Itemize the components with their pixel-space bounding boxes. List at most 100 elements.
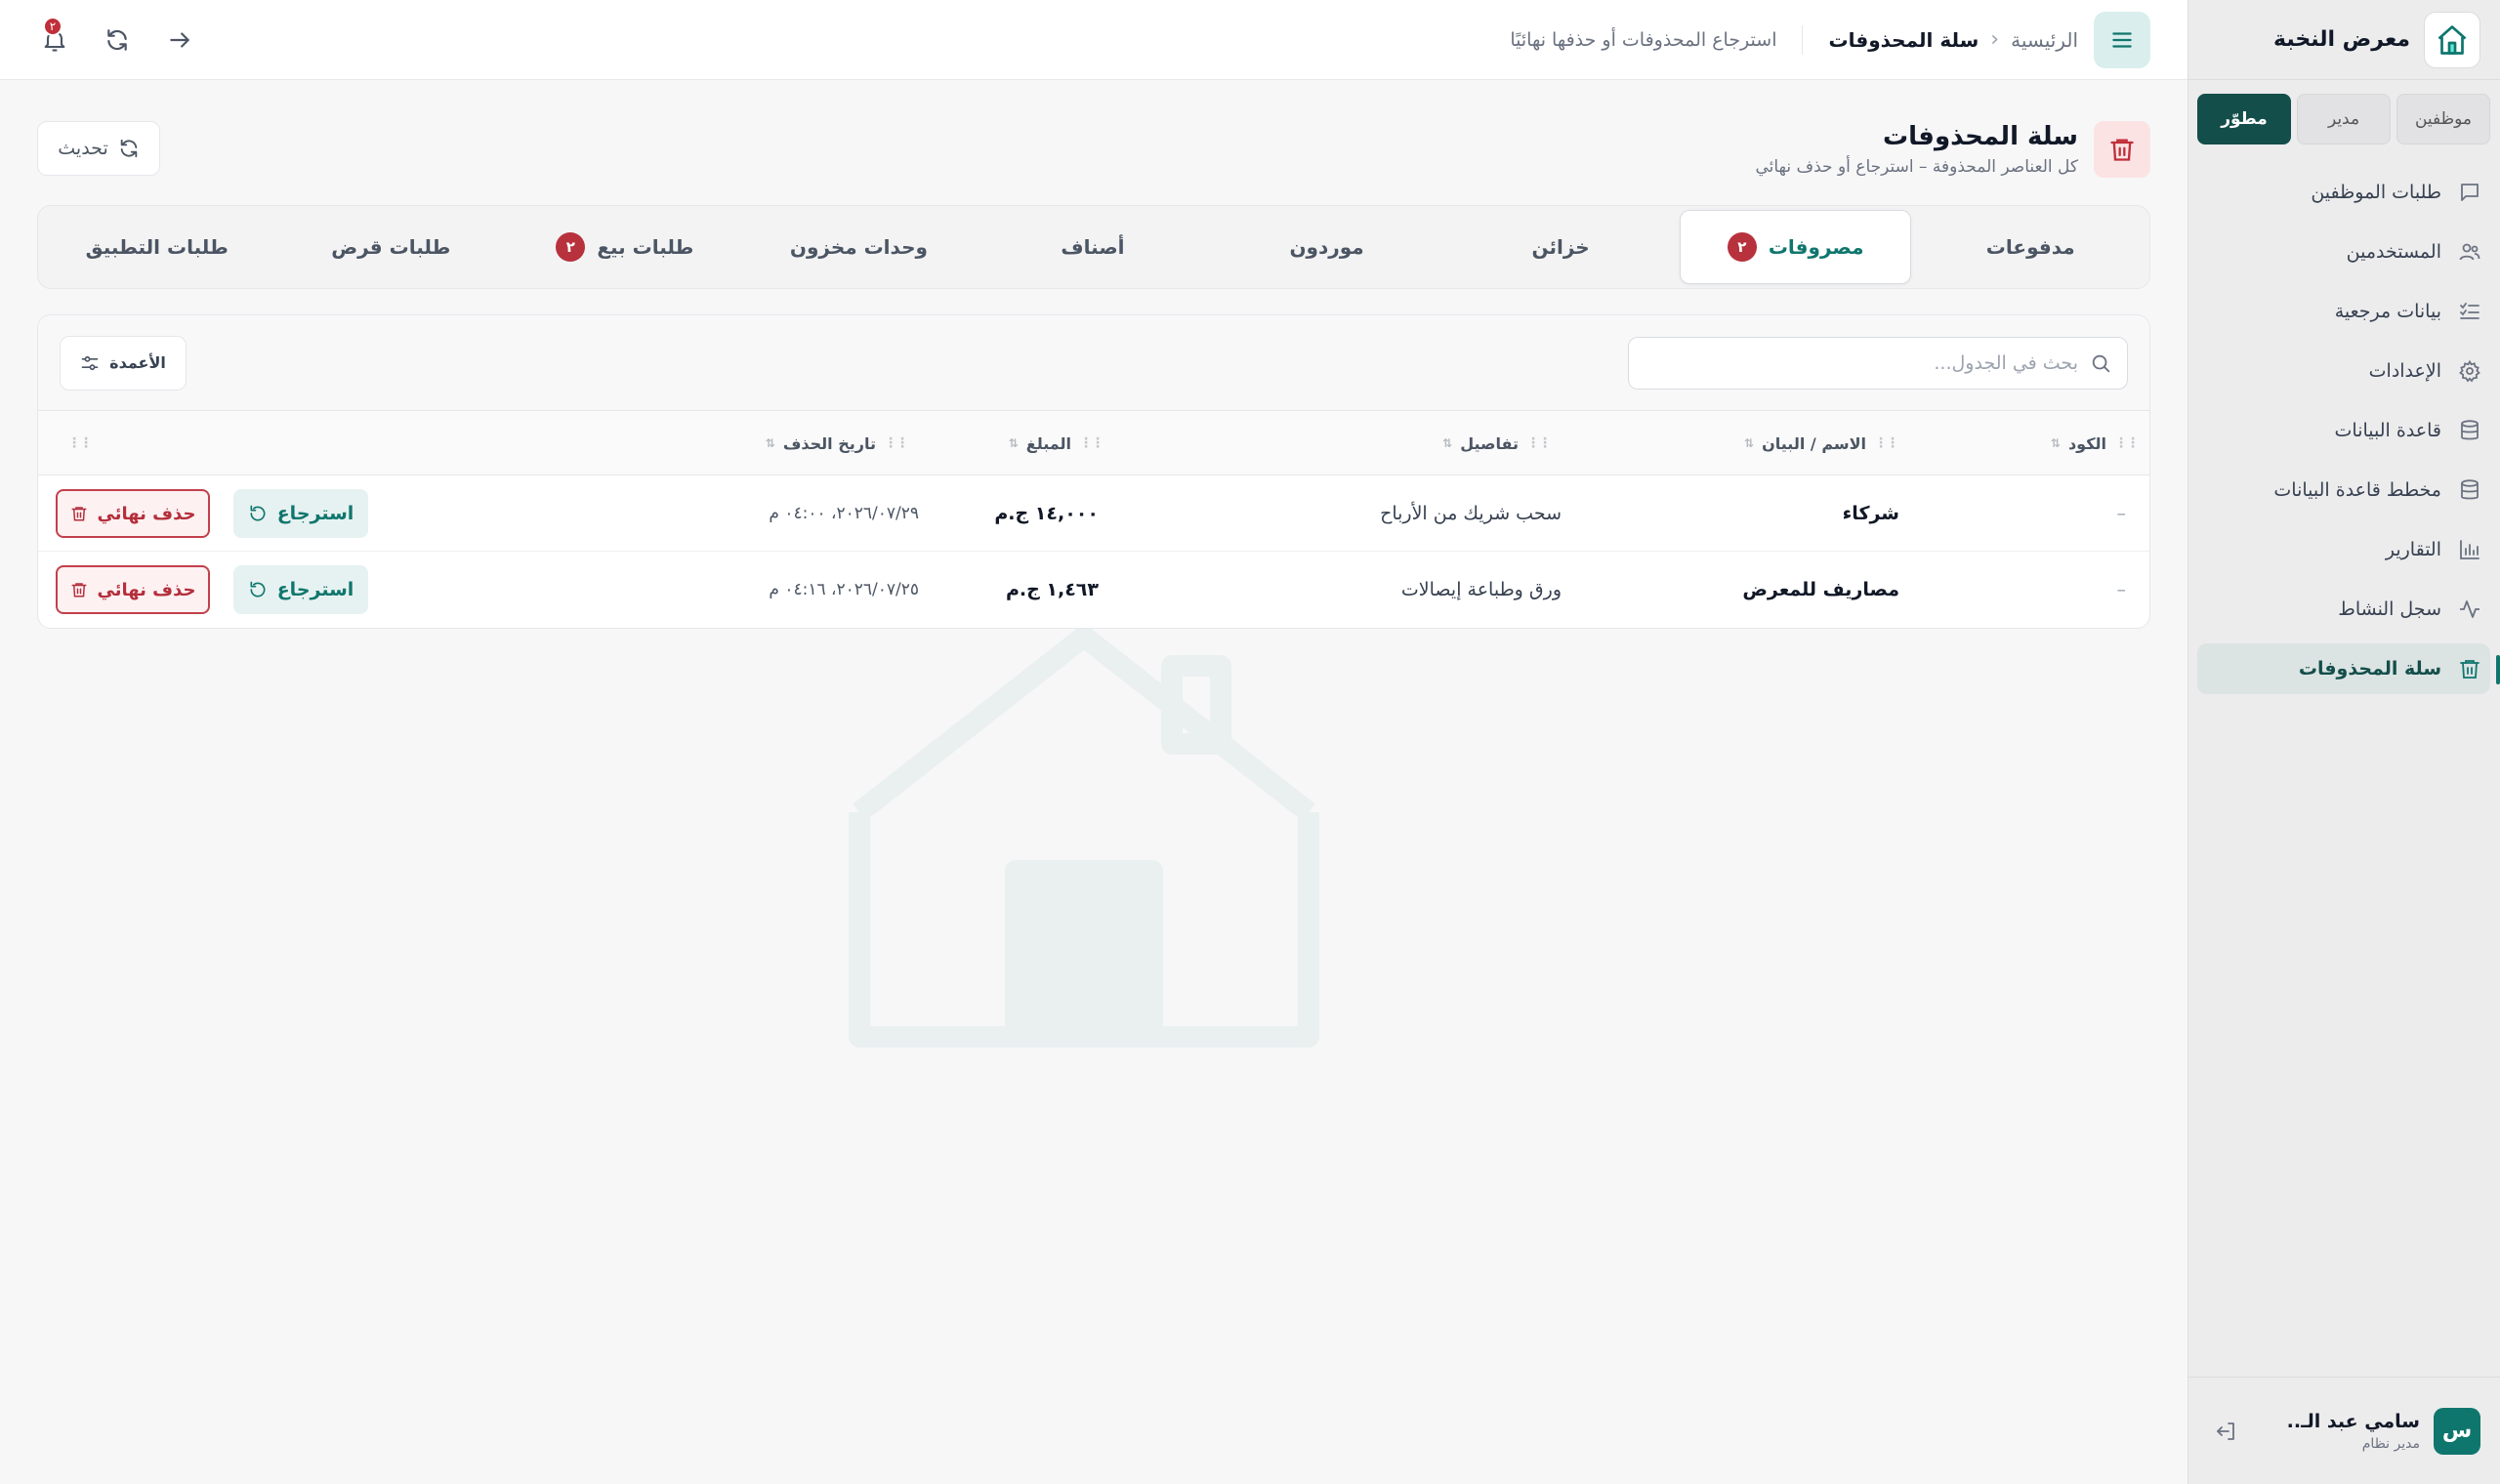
trash-icon	[70, 581, 88, 598]
category-tabs: مدفوعات مصروفات ٢ خزائن موردون أصناف وحدا…	[37, 205, 2150, 289]
sidebar-item-activity-log[interactable]: سجل النشاط	[2197, 584, 2490, 635]
page-subtitle: كل العناصر المحذوفة – استرجاع أو حذف نها…	[1755, 157, 2078, 177]
sort-icon[interactable]: ⇅	[1744, 436, 1754, 450]
user-name: سامي عبد الـ..	[2286, 1410, 2420, 1432]
trash-icon	[70, 505, 88, 522]
back-button[interactable]	[162, 22, 197, 58]
drag-handle-icon[interactable]: ⋮⋮	[1526, 435, 1552, 451]
column-header-amount[interactable]: ⋮⋮ المبلغ ⇅	[1009, 411, 1104, 475]
cell-deleted-at: ٢٠٢٦/٠٧/٢٩، ٠٤:٠٠ م	[769, 504, 919, 523]
notification-badge: ٢	[43, 16, 62, 36]
gear-icon	[2455, 356, 2484, 386]
breadcrumb-divider	[1802, 24, 1804, 55]
search-input[interactable]	[1645, 351, 2078, 374]
sidebar-item-reference-data[interactable]: بيانات مرجعية	[2197, 286, 2490, 337]
drag-handle-icon[interactable]: ⋮⋮	[67, 435, 93, 451]
tab-app-requests[interactable]: طلبات التطبيق	[42, 210, 272, 284]
tab-label: وحدات مخزون	[789, 235, 928, 259]
sidebar-item-label: طلبات الموظفين	[2311, 182, 2441, 203]
tab-suppliers[interactable]: موردون	[1212, 210, 1442, 284]
users-icon	[2455, 237, 2484, 267]
menu-toggle-button[interactable]	[2094, 11, 2150, 68]
column-header-details[interactable]: ⋮⋮ تفاصيل ⇅	[1442, 411, 1552, 475]
database-schema-icon	[2455, 475, 2484, 505]
role-manager-button[interactable]: مدير	[2297, 94, 2391, 144]
sidebar-item-label: بيانات مرجعية	[2334, 301, 2441, 322]
rotate-ccw-icon	[248, 580, 268, 599]
cell-amount: ١,٤٦٣ ج.م	[1005, 579, 1099, 600]
header-actions: ٢	[37, 16, 197, 58]
role-developer-button[interactable]: مطوّر	[2197, 94, 2291, 144]
tab-label: أصناف	[1061, 235, 1125, 259]
restore-button[interactable]: استرجاع	[233, 565, 368, 614]
notifications-button[interactable]: ٢	[37, 16, 72, 58]
sidebar-item-settings[interactable]: الإعدادات	[2197, 346, 2490, 396]
avatar[interactable]: س	[2434, 1407, 2480, 1455]
sort-icon[interactable]: ⇅	[2051, 436, 2061, 450]
arrow-right-icon	[167, 27, 192, 53]
breadcrumb-home-link[interactable]: الرئيسية	[2011, 28, 2078, 52]
sidebar-item-label: سلة المحذوفات	[2298, 658, 2441, 680]
tab-label: طلبات بيع	[597, 235, 694, 259]
table-toolbar: الأعمدة	[38, 315, 2149, 411]
restore-label: استرجاع	[276, 579, 354, 600]
role-switcher: موظفين مدير مطوّر	[2197, 94, 2490, 144]
restore-button[interactable]: استرجاع	[233, 489, 368, 538]
top-header: الرئيسية ‹ سلة المحذوفات استرجاع المحذوف…	[0, 0, 2188, 80]
tab-label: مصروفات	[1768, 235, 1864, 259]
sidebar-item-trash[interactable]: سلة المحذوفات	[2197, 643, 2500, 694]
tab-count-badge: ٢	[1727, 232, 1757, 262]
tab-label: طلبات التطبيق	[85, 235, 229, 259]
sort-icon[interactable]: ⇅	[766, 436, 775, 450]
tab-loan-requests[interactable]: طلبات قرض	[276, 210, 507, 284]
sidebar-item-database[interactable]: قاعدة البيانات	[2197, 405, 2490, 456]
sidebar: معرض النخبة موظفين مدير مطوّر طلبات المو…	[2188, 0, 2500, 1484]
logout-button[interactable]	[2207, 1412, 2246, 1451]
trash-icon	[2455, 654, 2484, 683]
user-profile: س سامي عبد الـ.. مدير نظام	[2188, 1377, 2500, 1484]
table-row: – شركاء سحب شريك من الأرباح ١٤,٠٠٠ ج.م ٢…	[38, 475, 2149, 552]
refresh-icon	[118, 138, 140, 159]
tab-inventory-units[interactable]: وحدات مخزون	[744, 210, 975, 284]
sort-icon[interactable]: ⇅	[1009, 436, 1019, 450]
hamburger-icon	[2109, 27, 2135, 53]
tab-items[interactable]: أصناف	[978, 210, 1208, 284]
cell-details: ورق وطباعة إيصالات	[1400, 579, 1562, 600]
sidebar-item-label: المستخدمين	[2346, 241, 2441, 263]
column-header-actions[interactable]: ⋮⋮	[67, 411, 93, 475]
reload-button[interactable]	[100, 22, 135, 58]
search-box	[1628, 336, 2128, 390]
column-header-name[interactable]: ⋮⋮ الاسم / البيان ⇅	[1744, 411, 1899, 475]
rotate-ccw-icon	[248, 504, 268, 523]
permanent-delete-button[interactable]: حذف نهائي	[56, 489, 210, 538]
cell-amount: ١٤,٠٠٠ ج.م	[994, 503, 1099, 524]
sidebar-item-employee-requests[interactable]: طلبات الموظفين	[2197, 167, 2490, 218]
permanent-delete-button[interactable]: حذف نهائي	[56, 565, 210, 614]
sidebar-item-database-schema[interactable]: مخطط قاعدة البيانات	[2197, 465, 2490, 515]
house-watermark-icon	[849, 627, 1319, 1048]
refresh-button[interactable]: تحديث	[37, 121, 160, 176]
sort-icon[interactable]: ⇅	[1442, 436, 1452, 450]
drag-handle-icon[interactable]: ⋮⋮	[2114, 435, 2140, 451]
drag-handle-icon[interactable]: ⋮⋮	[1874, 435, 1899, 451]
columns-button[interactable]: الأعمدة	[60, 335, 187, 391]
role-employees-button[interactable]: موظفين	[2396, 94, 2490, 144]
tab-expenses[interactable]: مصروفات ٢	[1679, 210, 1912, 284]
sidebar-item-reports[interactable]: التقارير	[2197, 524, 2490, 575]
tab-payments[interactable]: مدفوعات	[1915, 210, 2146, 284]
page-title: سلة المحذوفات	[1883, 122, 2078, 151]
brand[interactable]: معرض النخبة	[2188, 0, 2500, 80]
column-header-code[interactable]: ⋮⋮ الكود ⇅	[2051, 411, 2140, 475]
column-header-deleted-at[interactable]: ⋮⋮ تاريخ الحذف ⇅	[766, 411, 909, 475]
deleted-items-table: الأعمدة ⋮⋮ الكود ⇅ ⋮⋮ الاسم / البيان ⇅ ⋮…	[37, 314, 2150, 629]
sidebar-item-users[interactable]: المستخدمين	[2197, 227, 2490, 277]
drag-handle-icon[interactable]: ⋮⋮	[1079, 435, 1104, 451]
tab-sale-orders[interactable]: طلبات بيع ٢	[510, 210, 740, 284]
refresh-label: تحديث	[58, 138, 108, 159]
logout-icon	[2215, 1420, 2238, 1443]
drag-handle-icon[interactable]: ⋮⋮	[884, 435, 909, 451]
page-heading-text: سلة المحذوفات كل العناصر المحذوفة – استر…	[1755, 122, 2078, 177]
page-header: سلة المحذوفات كل العناصر المحذوفة – استر…	[1755, 121, 2150, 178]
sliders-icon	[80, 353, 100, 373]
tab-safes[interactable]: خزائن	[1445, 210, 1676, 284]
